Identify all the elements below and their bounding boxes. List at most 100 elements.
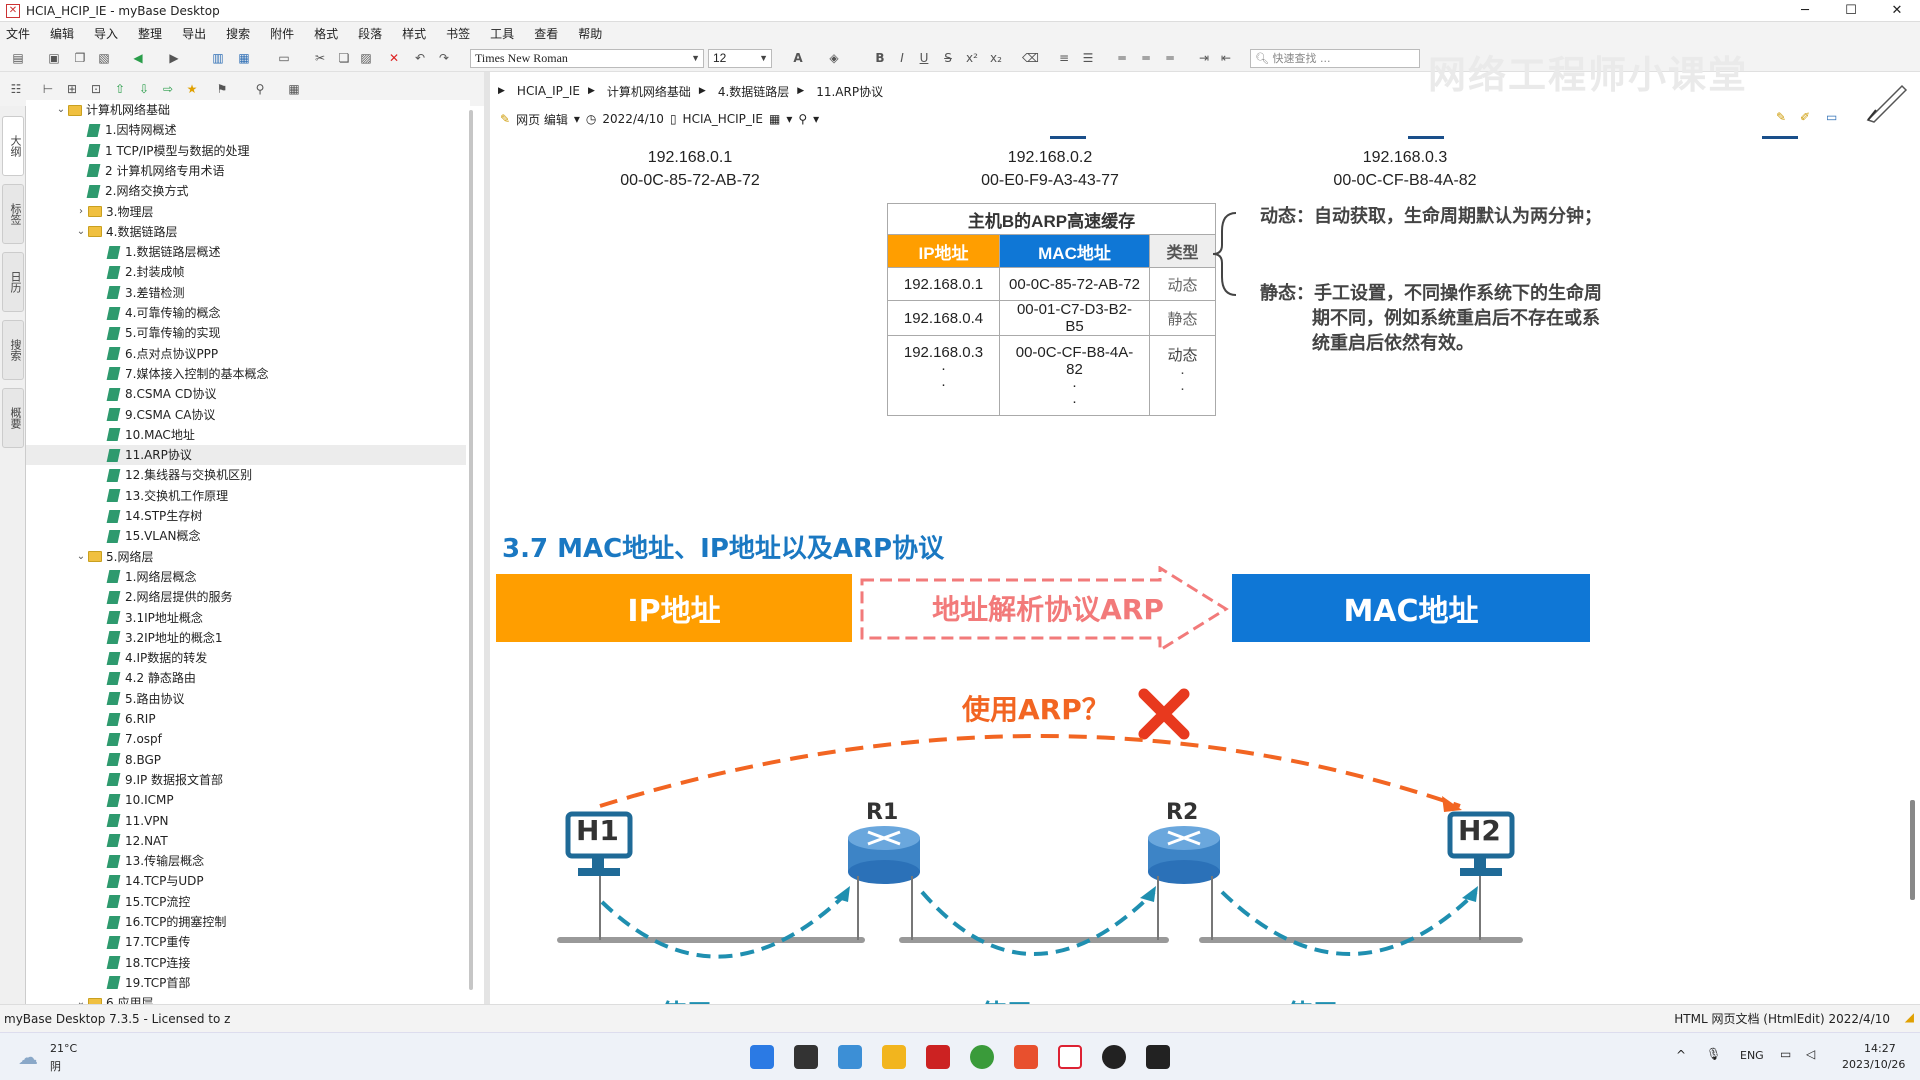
font-size-select[interactable]: 12 ▼ bbox=[708, 49, 772, 68]
italic-icon[interactable]: I bbox=[894, 50, 910, 66]
font-color-icon[interactable]: A bbox=[790, 50, 806, 66]
bold-icon[interactable]: B bbox=[872, 50, 888, 66]
tree-node[interactable]: 13.传输层概念 bbox=[26, 851, 466, 871]
taskview-icon[interactable] bbox=[794, 1045, 818, 1069]
tree-node[interactable]: 8.BGP bbox=[26, 750, 466, 770]
tree-node[interactable]: 8.CSMA CD协议 bbox=[26, 384, 466, 404]
tree-node[interactable]: 1.网络层概念 bbox=[26, 567, 466, 587]
menu-item[interactable]: 查看 bbox=[534, 25, 558, 42]
tree-node[interactable]: 15.TCP流控 bbox=[26, 892, 466, 912]
recorder-icon[interactable] bbox=[1102, 1045, 1126, 1069]
note-edit-icon[interactable]: ✎ bbox=[1776, 110, 1786, 124]
collapse-icon[interactable]: ⌄ bbox=[74, 993, 88, 1004]
tree-add-child-icon[interactable]: ⊢ bbox=[40, 81, 56, 97]
superscript-icon[interactable]: x² bbox=[964, 50, 980, 66]
underline-icon[interactable]: U bbox=[916, 50, 932, 66]
tree-link-icon[interactable]: ⊡ bbox=[88, 81, 104, 97]
tree-menu-icon[interactable]: ☷ bbox=[8, 81, 24, 97]
tree-node[interactable]: 14.STP生存树 bbox=[26, 506, 466, 526]
tree-node[interactable]: 14.TCP与UDP bbox=[26, 871, 466, 891]
save-icon[interactable]: ▣ bbox=[46, 50, 62, 66]
chrome-icon[interactable] bbox=[970, 1045, 994, 1069]
tree-node[interactable]: 19.TCP首部 bbox=[26, 973, 466, 993]
collapse-icon[interactable]: ⌄ bbox=[74, 222, 88, 242]
paste-icon[interactable]: ▨ bbox=[358, 50, 374, 66]
favorite-icon[interactable]: ★ bbox=[184, 81, 200, 97]
tray-chevron-icon[interactable]: ^ bbox=[1676, 1048, 1686, 1062]
attach-dropdown-icon[interactable]: ▾ bbox=[813, 112, 819, 126]
tree-node[interactable]: 6.RIP bbox=[26, 709, 466, 729]
copy-doc-icon[interactable]: ❐ bbox=[72, 50, 88, 66]
close-button[interactable]: ✕ bbox=[1874, 0, 1920, 22]
menu-item[interactable]: 样式 bbox=[402, 25, 426, 42]
tree-node[interactable]: 16.TCP的拥塞控制 bbox=[26, 912, 466, 932]
tree-node[interactable]: 1 TCP/IP模型与数据的处理 bbox=[26, 141, 466, 161]
mybase-icon[interactable] bbox=[1058, 1045, 1082, 1069]
tree-add-icon[interactable]: ⊞ bbox=[64, 81, 80, 97]
tree-node[interactable]: ⌄ 6.应用层 bbox=[26, 993, 466, 1004]
menu-item[interactable]: 导入 bbox=[94, 25, 118, 42]
photos-icon[interactable] bbox=[838, 1045, 862, 1069]
menu-item[interactable]: 段落 bbox=[358, 25, 382, 42]
highlight-icon[interactable]: ◈ bbox=[826, 50, 842, 66]
collapse-icon[interactable]: ⌄ bbox=[54, 100, 68, 120]
doc-mode-dropdown-icon[interactable]: ▾ bbox=[574, 112, 580, 126]
clock-date[interactable]: 2023/10/26 bbox=[1842, 1058, 1905, 1071]
tree-node[interactable]: › 3.物理层 bbox=[26, 202, 466, 222]
menu-item[interactable]: 搜索 bbox=[226, 25, 250, 42]
tree-node[interactable]: 4.可靠传输的概念 bbox=[26, 303, 466, 323]
strikethrough-icon[interactable]: S bbox=[940, 50, 956, 66]
menu-item[interactable]: 帮助 bbox=[578, 25, 602, 42]
tree-node[interactable]: 5.可靠传输的实现 bbox=[26, 323, 466, 343]
minimize-button[interactable]: ─ bbox=[1782, 0, 1828, 22]
tree-node[interactable]: 4.IP数据的转发 bbox=[26, 648, 466, 668]
panel-icon[interactable]: ▭ bbox=[276, 50, 292, 66]
new-icon[interactable]: ▤ bbox=[10, 50, 26, 66]
font-family-select[interactable]: Times New Roman ▼ bbox=[470, 49, 704, 68]
undo-icon[interactable]: ↶ bbox=[412, 50, 428, 66]
document-scrollbar[interactable] bbox=[1906, 136, 1920, 1004]
delete-icon[interactable]: ✕ bbox=[386, 50, 402, 66]
tree-node[interactable]: 6.点对点协议PPP bbox=[26, 344, 466, 364]
tree-node[interactable]: 7.媒体接入控制的基本概念 bbox=[26, 364, 466, 384]
menu-item[interactable]: 整理 bbox=[138, 25, 162, 42]
tree-node[interactable]: 15.VLAN概念 bbox=[26, 526, 466, 546]
edit-icon[interactable]: ✎ bbox=[500, 112, 510, 126]
move-up-icon[interactable]: ⇧ bbox=[112, 81, 128, 97]
tree-node[interactable]: ⌄ 计算机网络基础 bbox=[26, 100, 466, 120]
start-icon[interactable] bbox=[750, 1045, 774, 1069]
doc-mode[interactable]: 网页 编辑 bbox=[516, 111, 568, 128]
clear-format-icon[interactable]: ⌫ bbox=[1022, 50, 1039, 66]
outdent-icon[interactable]: ⇤ bbox=[1218, 50, 1234, 66]
back-icon[interactable]: ◀ bbox=[130, 50, 146, 66]
quick-search-input[interactable]: 🔍︎ 快速查找 ... bbox=[1250, 49, 1420, 68]
attach-menu-icon[interactable]: ⚲ bbox=[798, 112, 807, 126]
tree-node[interactable]: 3.差错检测 bbox=[26, 283, 466, 303]
breadcrumb-item[interactable]: 11.ARP协议 bbox=[816, 83, 883, 100]
tree-node[interactable]: 4.2 静态路由 bbox=[26, 668, 466, 688]
attachment-icon[interactable]: ⚲ bbox=[252, 81, 268, 97]
menu-item[interactable]: 格式 bbox=[314, 25, 338, 42]
cut-icon[interactable]: ✂ bbox=[312, 50, 328, 66]
export-icon[interactable]: ▦ bbox=[286, 81, 302, 97]
align-right-icon[interactable]: ═ bbox=[1162, 50, 1178, 66]
tree-node[interactable]: 10.ICMP bbox=[26, 790, 466, 810]
document-view[interactable]: 192.168.0.1 00-0C-85-72-AB-72 192.168.0.2… bbox=[490, 136, 1906, 1004]
clock-time[interactable]: 14:27 bbox=[1864, 1042, 1896, 1055]
wps-icon[interactable] bbox=[1014, 1045, 1038, 1069]
tree-node[interactable]: 10.MAC地址 bbox=[26, 425, 466, 445]
breadcrumb-item[interactable]: 计算机网络基础 bbox=[607, 83, 691, 100]
move-right-icon[interactable]: ⇨ bbox=[160, 81, 176, 97]
calendar-dropdown-icon[interactable]: ▾ bbox=[786, 112, 792, 126]
numbered-list-icon[interactable]: ≡ bbox=[1056, 50, 1072, 66]
redo-icon[interactable]: ↷ bbox=[436, 50, 452, 66]
network-icon[interactable]: ▭ bbox=[1780, 1047, 1791, 1061]
collapse-icon[interactable]: ⌄ bbox=[74, 547, 88, 567]
maximize-button[interactable]: ☐ bbox=[1828, 0, 1874, 22]
bell-icon[interactable]: ◢ bbox=[1905, 1010, 1914, 1024]
tree-node[interactable]: 3.2IP地址的概念1 bbox=[26, 628, 466, 648]
jetbrains-icon[interactable] bbox=[926, 1045, 950, 1069]
tag-icon[interactable]: ⚑ bbox=[214, 81, 230, 97]
tree-node[interactable]: 11.VPN bbox=[26, 811, 466, 831]
menu-item[interactable]: 附件 bbox=[270, 25, 294, 42]
